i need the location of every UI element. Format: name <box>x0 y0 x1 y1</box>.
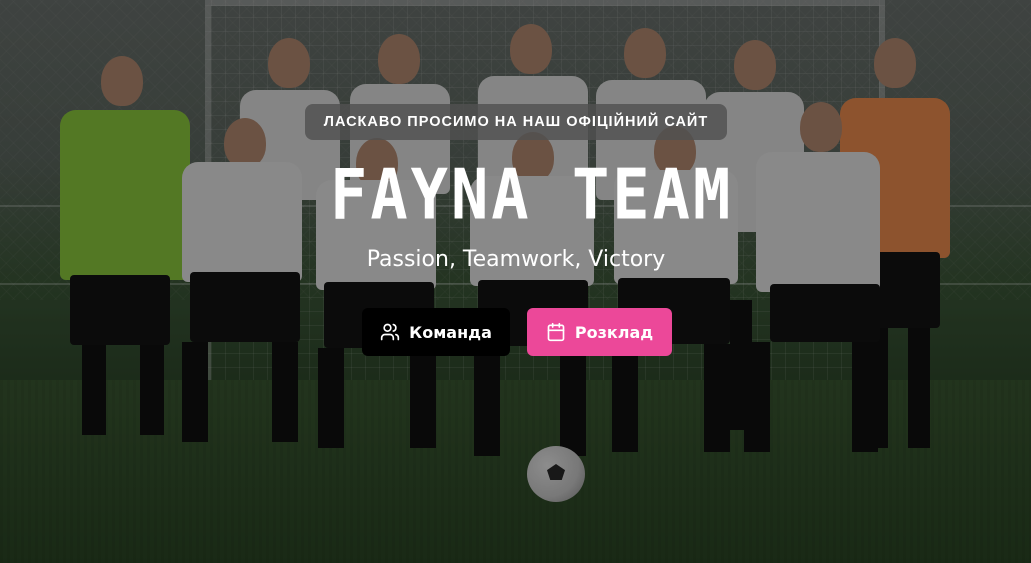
team-button-label: Команда <box>409 322 492 342</box>
team-tagline: Passion, Teamwork, Victory <box>366 247 666 272</box>
welcome-badge: ЛАСКАВО ПРОСИМО НА НАШ ОФІЦІЙНИЙ САЙТ <box>305 104 727 140</box>
users-icon <box>380 322 400 342</box>
schedule-button[interactable]: Розклад <box>527 308 672 356</box>
team-name-title: FAYNA TEAM <box>330 153 734 236</box>
calendar-icon <box>546 322 566 342</box>
team-button[interactable]: Команда <box>362 308 510 356</box>
hero-section: ЛАСКАВО ПРОСИМО НА НАШ ОФІЦІЙНИЙ САЙТ FA… <box>0 0 1031 563</box>
hero-content: ЛАСКАВО ПРОСИМО НА НАШ ОФІЦІЙНИЙ САЙТ FA… <box>0 0 1031 563</box>
schedule-button-label: Розклад <box>574 322 654 342</box>
